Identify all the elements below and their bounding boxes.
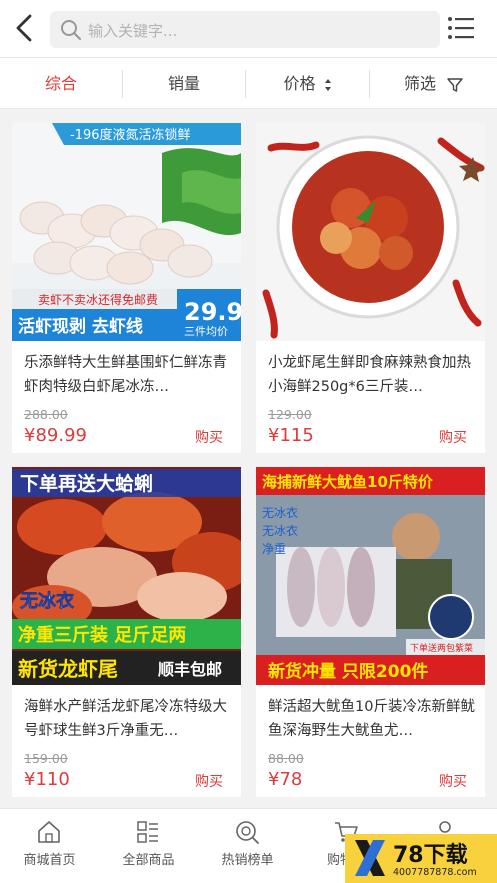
product-image: 下单再送大蛤蜊 无冰衣 净重三斤装 足斤足两 新货龙虾尾 顺丰包邮: [12, 467, 241, 685]
sort-arrows-icon: [324, 78, 331, 91]
buy-button[interactable]: 购买: [439, 771, 467, 791]
grid-list-icon: [137, 821, 158, 843]
original-price: 129.00: [268, 407, 312, 422]
svg-text:下单送两包紫菜: 下单送两包紫菜: [410, 642, 473, 654]
svg-text:活虾现剥 去虾线: 活虾现剥 去虾线: [18, 316, 143, 337]
svg-text:29.9: 29.9: [184, 298, 241, 326]
search-icon: [61, 20, 82, 41]
tab-sales[interactable]: 销量: [123, 58, 245, 109]
svg-text:-196度液氮活冻锁鲜: -196度液氮活冻锁鲜: [70, 127, 191, 143]
back-arrow-icon[interactable]: [10, 12, 40, 44]
product-title: 鲜活超大鱿鱼10斤装冷冻新鲜鱿鱼深海野生大鱿鱼尤…: [268, 699, 475, 739]
svg-text:净重三斤装 足斤足两: 净重三斤装 足斤足两: [18, 624, 186, 646]
tab-filter[interactable]: 筛选: [370, 58, 497, 109]
product-price: ¥89.99: [24, 425, 87, 446]
product-card[interactable]: 下单再送大蛤蜊 无冰衣 净重三斤装 足斤足两 新货龙虾尾 顺丰包邮 海鲜水产鲜活…: [12, 467, 241, 797]
search-bar[interactable]: 输入关键字...: [50, 11, 440, 48]
product-image: 海捕新鲜大鱿鱼10斤特价 无冰衣 无冰衣 净重 下单送两包紫菜 新货冲量 只限2…: [256, 467, 485, 685]
logo-x-icon: [355, 840, 385, 876]
sort-tabs: 综合 销量 价格 筛选: [0, 57, 497, 109]
product-title: 海鲜水产鲜活龙虾尾冷冻特级大号虾球生鲜3斤净重无…: [24, 699, 227, 739]
product-price: ¥110: [24, 769, 70, 790]
product-title: 小龙虾尾生鲜即食麻辣熟食加热小海鲜250g*6三斤装…: [268, 355, 471, 395]
svg-text:无冰衣: 无冰衣: [20, 590, 74, 612]
product-card[interactable]: 海捕新鲜大鱿鱼10斤特价 无冰衣 无冰衣 净重 下单送两包紫菜 新货冲量 只限2…: [256, 467, 485, 797]
product-price: ¥115: [268, 425, 314, 446]
svg-text:无冰衣: 无冰衣: [262, 523, 298, 538]
buy-button[interactable]: 购买: [439, 427, 467, 447]
product-title: 乐添鲜特大生鲜基围虾仁鲜冻青虾肉特级白虾尾冰冻…: [24, 355, 227, 395]
buy-button[interactable]: 购买: [195, 771, 223, 791]
buy-button[interactable]: 购买: [195, 427, 223, 447]
home-icon: [38, 821, 60, 843]
svg-text:顺丰包邮: 顺丰包邮: [158, 660, 222, 679]
original-price: 88.00: [268, 751, 304, 766]
list-view-icon[interactable]: [447, 15, 475, 41]
product-image: -196度液氮活冻锁鲜 卖虾不卖冰还得免邮费 活虾现剥 去虾线 29.9 三件均…: [12, 123, 241, 341]
hot-ranking-icon: [236, 821, 259, 844]
watermark-url: 4007787878.com: [393, 867, 477, 878]
original-price: 159.00: [24, 751, 68, 766]
svg-text:新货冲量 只限200件: 新货冲量 只限200件: [268, 661, 428, 682]
svg-text:净重: 净重: [262, 542, 286, 556]
svg-text:无冰衣: 无冰衣: [262, 505, 298, 520]
product-price: ¥78: [268, 769, 303, 790]
search-input[interactable]: 输入关键字...: [88, 20, 177, 41]
svg-text:新货龙虾尾: 新货龙虾尾: [18, 657, 118, 681]
watermark-title: 78下载: [393, 843, 468, 868]
nav-hot-ranking[interactable]: 热销榜单: [198, 809, 297, 883]
nav-all-products[interactable]: 全部商品: [99, 809, 198, 883]
original-price: 288.00: [24, 407, 68, 422]
product-image: [256, 123, 485, 341]
svg-text:下单再送大蛤蜊: 下单再送大蛤蜊: [20, 472, 153, 495]
nav-home[interactable]: 商城首页: [0, 809, 99, 883]
watermark-badge: 78下载 4007787878.com: [345, 834, 497, 883]
filter-funnel-icon: [447, 77, 463, 92]
svg-text:三件均价: 三件均价: [184, 325, 228, 338]
svg-text:海捕新鲜大鱿鱼10斤特价: 海捕新鲜大鱿鱼10斤特价: [262, 473, 434, 491]
tab-comprehensive[interactable]: 综合: [0, 58, 122, 109]
top-header: 输入关键字...: [0, 0, 497, 57]
product-card[interactable]: -196度液氮活冻锁鲜 卖虾不卖冰还得免邮费 活虾现剥 去虾线 29.9 三件均…: [12, 123, 241, 453]
product-card[interactable]: 小龙虾尾生鲜即食麻辣熟食加热小海鲜250g*6三斤装… 129.00 ¥115 …: [256, 123, 485, 453]
svg-text:卖虾不卖冰还得免邮费: 卖虾不卖冰还得免邮费: [38, 292, 158, 307]
tab-price[interactable]: 价格: [246, 58, 369, 109]
